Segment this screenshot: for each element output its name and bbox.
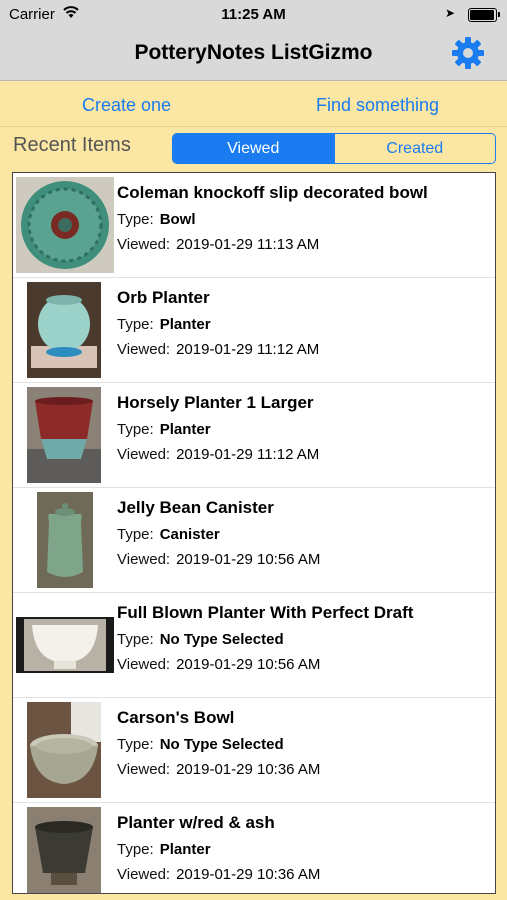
item-name: Carson's Bowl [117, 708, 235, 727]
action-bar: Create one Find something [0, 81, 507, 127]
recent-items-label: Recent Items [13, 134, 131, 156]
battery-icon [468, 8, 500, 22]
type-label: Type: [117, 631, 154, 648]
viewed-label: Viewed: [117, 551, 171, 568]
item-thumbnail [16, 597, 114, 693]
list-item[interactable]: Full Blown Planter With Perfect Draft Ty… [13, 593, 495, 698]
list-item[interactable]: Planter w/red & ash Type: Planter Viewed:… [13, 803, 495, 893]
type-label: Type: [117, 316, 154, 333]
item-type: Planter [159, 841, 211, 858]
item-type: Planter [159, 421, 211, 438]
viewed-label: Viewed: [117, 866, 171, 883]
item-name: Coleman knockoff slip decorated bowl [117, 183, 428, 202]
find-something-button[interactable]: Find something [316, 95, 439, 116]
item-thumbnail [27, 702, 101, 798]
create-one-button[interactable]: Create one [82, 95, 171, 116]
item-name: Orb Planter [117, 288, 210, 307]
nav-bar: PotteryNotes ListGizmo [0, 28, 507, 81]
item-viewed-date: 2019-01-29 11:12 AM [176, 341, 320, 358]
item-type: No Type Selected [159, 736, 284, 753]
type-label: Type: [117, 526, 154, 543]
segment-viewed[interactable]: Viewed [173, 134, 334, 163]
item-thumbnail [27, 282, 101, 378]
gear-icon[interactable] [451, 36, 485, 70]
list-item[interactable]: Orb Planter Type: Planter Viewed: 2019-01-… [13, 278, 495, 383]
item-type: Planter [159, 316, 211, 333]
item-viewed-date: 2019-01-29 10:56 AM [176, 551, 321, 568]
viewed-label: Viewed: [117, 761, 171, 778]
viewed-label: Viewed: [117, 446, 171, 463]
recent-segmented-control: Viewed Created [172, 133, 496, 164]
viewed-label: Viewed: [117, 656, 171, 673]
item-thumbnail [16, 177, 114, 273]
item-viewed-date: 2019-01-29 10:36 AM [176, 761, 321, 778]
item-viewed-date: 2019-01-29 10:56 AM [176, 656, 321, 673]
item-thumbnail [27, 807, 101, 893]
item-viewed-date: 2019-01-29 11:13 AM [176, 236, 320, 253]
viewed-label: Viewed: [117, 341, 171, 358]
item-name: Horsely Planter 1 Larger [117, 393, 314, 412]
type-label: Type: [117, 841, 154, 858]
app-title: PotteryNotes ListGizmo [134, 41, 373, 64]
segment-created[interactable]: Created [333, 134, 496, 163]
item-viewed-date: 2019-01-29 11:12 AM [176, 446, 320, 463]
location-icon: ➤ [444, 6, 455, 20]
status-bar: Carrier 11:25 AM ➤ [0, 0, 507, 28]
type-label: Type: [117, 736, 154, 753]
item-type: No Type Selected [159, 631, 284, 648]
item-name: Jelly Bean Canister [117, 498, 274, 517]
list-item[interactable]: Jelly Bean Canister Type: Canister Viewed… [13, 488, 495, 593]
item-type: Bowl [159, 211, 196, 228]
list-item[interactable]: Coleman knockoff slip decorated bowl Typ… [13, 173, 495, 278]
item-thumbnail [27, 387, 101, 483]
clock: 11:25 AM [221, 6, 286, 23]
item-type: Canister [159, 526, 220, 543]
viewed-label: Viewed: [117, 236, 171, 253]
list-item[interactable]: Carson's Bowl Type: No Type Selected View… [13, 698, 495, 803]
item-name: Full Blown Planter With Perfect Draft [117, 603, 414, 622]
list-item[interactable]: Horsely Planter 1 Larger Type: Planter Vi… [13, 383, 495, 488]
recent-items-list: Coleman knockoff slip decorated bowl Typ… [12, 172, 496, 894]
item-name: Planter w/red & ash [117, 813, 275, 832]
type-label: Type: [117, 421, 154, 438]
item-viewed-date: 2019-01-29 10:36 AM [176, 866, 321, 883]
divider [0, 126, 507, 127]
type-label: Type: [117, 211, 154, 228]
item-thumbnail [37, 492, 93, 588]
